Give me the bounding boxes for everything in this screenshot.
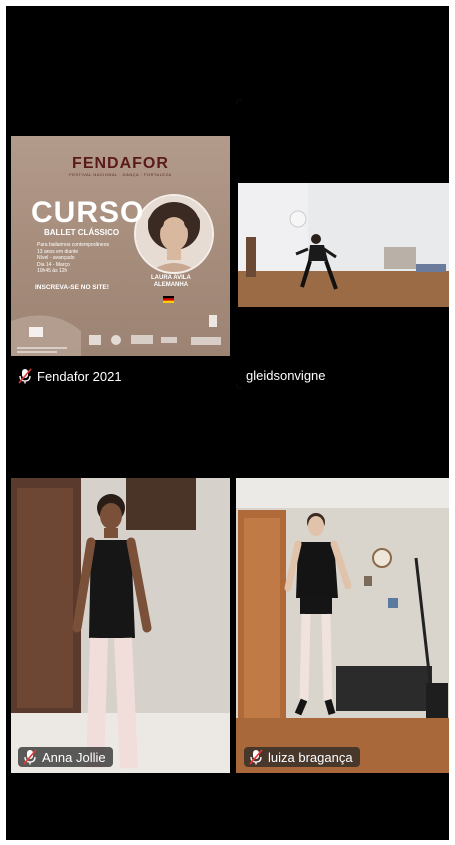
poster-info-line: 10h45 às 12h	[37, 268, 68, 274]
video-tile-anna-jollie[interactable]	[11, 478, 230, 773]
poster-teacher: LAURA AVILA ALEMANHA	[151, 275, 191, 289]
participant-name: Anna Jollie	[42, 749, 106, 765]
mic-off-icon	[249, 749, 263, 765]
sponsor-logos	[11, 315, 221, 356]
poster-title: CURSO	[31, 196, 145, 229]
poster-logo: FENDAFOR	[72, 155, 169, 172]
video-tile-luiza-braganca[interactable]	[236, 478, 449, 773]
video-call-screen: FENDAFOR FESTIVAL NACIONAL · DANÇA · FOR…	[6, 6, 449, 840]
participant-name: luiza bragança	[268, 749, 353, 765]
germany-flag-icon	[163, 296, 174, 303]
participant-label-gleidsonvigne: gleidsonvigne	[246, 368, 326, 383]
poster-logo-subtitle: FESTIVAL NACIONAL · DANÇA · FORTALEZA	[69, 172, 172, 177]
camera-feed	[11, 478, 230, 773]
mic-off-icon	[18, 368, 32, 384]
poster-info: Para bailarinos contemporâneos 13 anos e…	[37, 242, 127, 275]
video-tile-fendafor[interactable]: FENDAFOR FESTIVAL NACIONAL · DANÇA · FOR…	[11, 136, 230, 356]
participant-name: Fendafor 2021	[37, 368, 122, 384]
participant-name: gleidsonvigne	[246, 368, 326, 383]
poster-cta: INSCREVA-SE NO SITE!	[35, 284, 109, 291]
video-tile-gleidsonvigne[interactable]	[236, 99, 449, 389]
participant-label-anna-jollie: Anna Jollie	[18, 747, 113, 767]
teacher-country: ALEMANHA	[153, 282, 189, 288]
participant-label-luiza-braganca: luiza bragança	[244, 747, 360, 767]
poster-subtitle: BALLET CLÁSSICO	[44, 228, 120, 237]
mic-off-icon	[23, 749, 37, 765]
teacher-photo	[134, 194, 214, 274]
participant-label-fendafor: Fendafor 2021	[18, 368, 122, 384]
camera-feed	[236, 478, 449, 773]
teacher-name: LAURA AVILA	[151, 275, 191, 281]
camera-feed	[236, 99, 449, 389]
